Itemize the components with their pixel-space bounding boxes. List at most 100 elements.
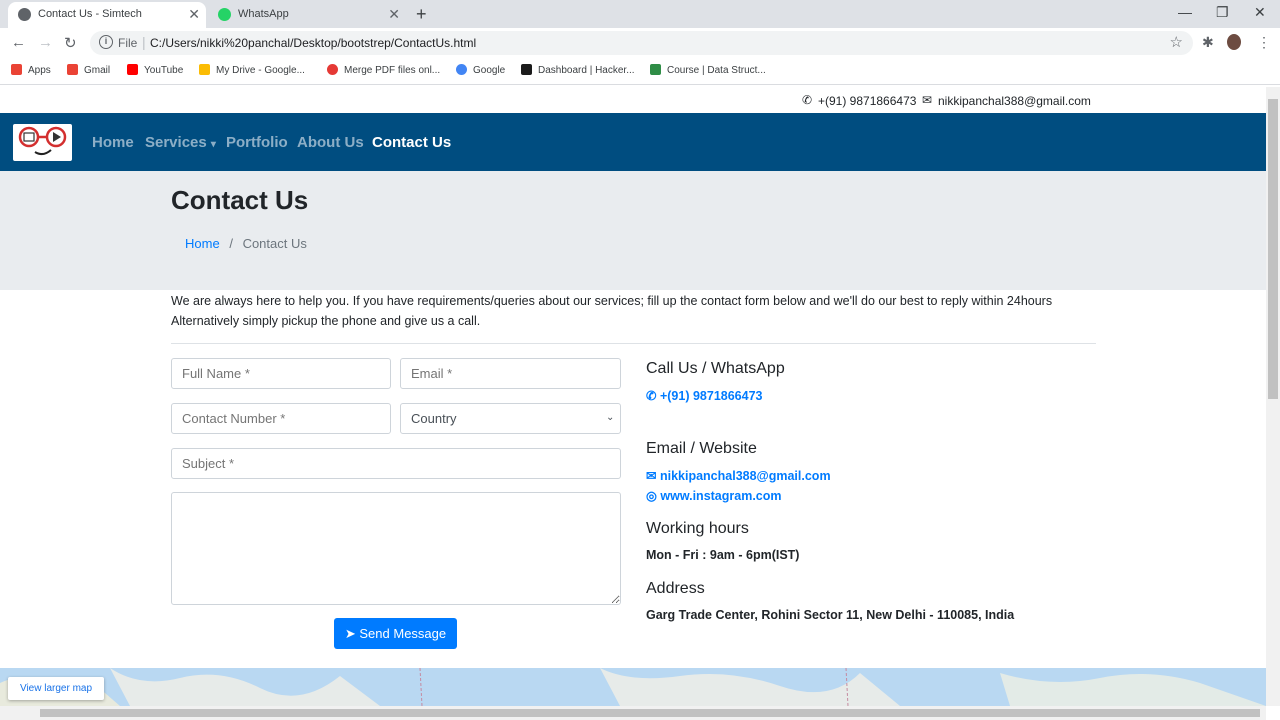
bookmark-merge-pdf[interactable]: Merge PDF files onl... [327, 64, 440, 76]
message-textarea[interactable] [171, 492, 621, 605]
address-heading: Address [646, 580, 705, 597]
url-separator: | [142, 34, 146, 50]
contact-number-input[interactable] [171, 403, 391, 434]
envelope-icon: ✉ [922, 93, 933, 107]
vertical-scrollbar[interactable] [1266, 87, 1280, 706]
whatsapp-icon [218, 8, 231, 21]
bookmark-label: Apps [28, 65, 51, 76]
breadcrumb: Home / Contact Us [185, 236, 307, 251]
close-tab-icon[interactable]: ✕ [388, 6, 400, 23]
page-title: Contact Us [171, 185, 309, 215]
maximize-icon[interactable]: ❐ [1216, 4, 1229, 21]
gmail-icon [67, 64, 78, 75]
tab-title: WhatsApp [238, 8, 289, 20]
caret-down-icon: ▾ [210, 139, 216, 150]
vertical-scroll-thumb[interactable] [1268, 99, 1278, 399]
full-name-input[interactable] [171, 358, 391, 389]
minimize-icon[interactable]: — [1178, 4, 1192, 20]
bookmark-apps[interactable]: Apps [11, 64, 51, 76]
phone-icon: ✆ [802, 93, 813, 107]
profile-avatar[interactable] [1227, 34, 1241, 50]
bookmark-gmail[interactable]: Gmail [67, 64, 110, 76]
tab-contact-us[interactable]: Contact Us - Simtech ✕ [8, 2, 206, 28]
paper-plane-icon: ➤ [344, 625, 356, 641]
heart-icon [327, 64, 338, 75]
tab-whatsapp[interactable]: WhatsApp ✕ [208, 2, 406, 28]
horizontal-scrollbar[interactable] [0, 706, 1266, 720]
contact-topbar: ✆ +(91) 9871866473 ✉ nikkipanchal388@gma… [0, 87, 1266, 113]
bookmark-my-drive[interactable]: My Drive - Google... [199, 64, 305, 76]
horizontal-scroll-thumb[interactable] [40, 709, 1260, 717]
website-text: www.instagram.com [660, 489, 782, 503]
extensions-icon[interactable]: ✱ [1202, 34, 1214, 51]
bookmark-label: Gmail [84, 65, 111, 76]
bookmark-label: Dashboard | Hacker... [538, 65, 635, 76]
page-header: Contact Us Home / Contact Us [0, 171, 1266, 290]
send-message-button[interactable]: ➤ Send Message [334, 618, 457, 649]
apps-grid-icon [11, 64, 22, 75]
bookmarks-bar: Apps Gmail YouTube My Drive - Google... … [0, 58, 1280, 85]
main-navbar: Home Services ▾ Portfolio About Us Conta… [0, 113, 1266, 171]
intro-paragraph: We are always here to help you. If you h… [171, 294, 1053, 328]
nav-about-us[interactable]: About Us [297, 134, 364, 151]
website-link[interactable]: ◎ www.instagram.com [646, 488, 782, 503]
divider [171, 343, 1096, 344]
browser-toolbar: ← → ↻ i File | C:/Users/nikki%20panchal/… [0, 28, 1280, 58]
reload-icon[interactable]: ↻ [64, 34, 77, 52]
back-icon[interactable]: ← [11, 34, 26, 51]
bookmark-label: My Drive - Google... [216, 65, 305, 76]
bookmark-hackerrank[interactable]: Dashboard | Hacker... [521, 64, 635, 76]
email-input[interactable] [400, 358, 621, 389]
bookmark-label: YouTube [144, 65, 184, 76]
url-text[interactable]: C:/Users/nikki%20panchal/Desktop/bootstr… [150, 36, 476, 50]
address-bar[interactable]: i File | C:/Users/nikki%20panchal/Deskto… [90, 31, 1193, 55]
topbar-phone[interactable]: +(91) 9871866473 [818, 94, 916, 108]
forward-icon[interactable]: → [38, 34, 53, 51]
embedded-map[interactable] [0, 668, 1266, 706]
instagram-icon: ◎ [646, 489, 657, 503]
country-select[interactable]: Country [400, 403, 621, 434]
nav-services-label: Services [145, 134, 207, 151]
site-logo[interactable] [13, 124, 72, 161]
bookmark-label: Merge PDF files onl... [344, 65, 441, 76]
globe-icon [18, 8, 31, 21]
hackerrank-icon [521, 64, 532, 75]
bookmark-youtube[interactable]: YouTube [127, 64, 183, 76]
tab-title: Contact Us - Simtech [38, 8, 142, 20]
close-window-icon[interactable]: ✕ [1254, 4, 1266, 21]
nav-contact-us[interactable]: Contact Us [372, 134, 451, 151]
close-tab-icon[interactable]: ✕ [188, 6, 200, 23]
nav-services[interactable]: Services ▾ [145, 134, 216, 151]
email-link[interactable]: ✉ nikkipanchal388@gmail.com [646, 468, 831, 483]
bookmark-star-icon[interactable]: ☆ [1170, 33, 1183, 51]
google-icon [456, 64, 467, 75]
send-message-label: Send Message [359, 625, 447, 641]
bookmark-gfg[interactable]: Course | Data Struct... [650, 64, 766, 76]
hours-heading: Working hours [646, 520, 749, 537]
topbar-email[interactable]: nikkipanchal388@gmail.com [938, 94, 1091, 108]
info-icon[interactable]: i [99, 35, 113, 49]
bookmark-label: Course | Data Struct... [667, 65, 766, 76]
geeksforgeeks-icon [650, 64, 661, 75]
phone-link[interactable]: ✆ +(91) 9871866473 [646, 388, 763, 403]
nav-home[interactable]: Home [92, 134, 134, 151]
browser-tab-strip: Contact Us - Simtech ✕ WhatsApp ✕ + — ❐ … [0, 0, 1280, 28]
email-heading: Email / Website [646, 440, 757, 457]
phone-text: +(91) 9871866473 [659, 389, 763, 403]
breadcrumb-divider: / [229, 236, 233, 251]
new-tab-icon[interactable]: + [416, 4, 427, 25]
menu-icon[interactable]: ⋮ [1257, 34, 1271, 51]
phone-icon: ✆ [646, 389, 657, 403]
view-larger-map-button[interactable]: View larger map [8, 677, 104, 700]
subject-input[interactable] [171, 448, 621, 479]
bookmark-google[interactable]: Google [456, 64, 505, 76]
bookmark-label: Google [473, 65, 506, 76]
email-text: nikkipanchal388@gmail.com [659, 469, 831, 483]
google-drive-icon [199, 64, 210, 75]
nav-portfolio[interactable]: Portfolio [226, 134, 288, 151]
hours-text: Mon - Fri : 9am - 6pm(IST) [646, 548, 800, 562]
address-text: Garg Trade Center, Rohini Sector 11, New… [646, 608, 1015, 622]
breadcrumb-home[interactable]: Home [185, 236, 220, 251]
url-scheme: File [118, 36, 138, 50]
breadcrumb-current: Contact Us [242, 236, 307, 251]
